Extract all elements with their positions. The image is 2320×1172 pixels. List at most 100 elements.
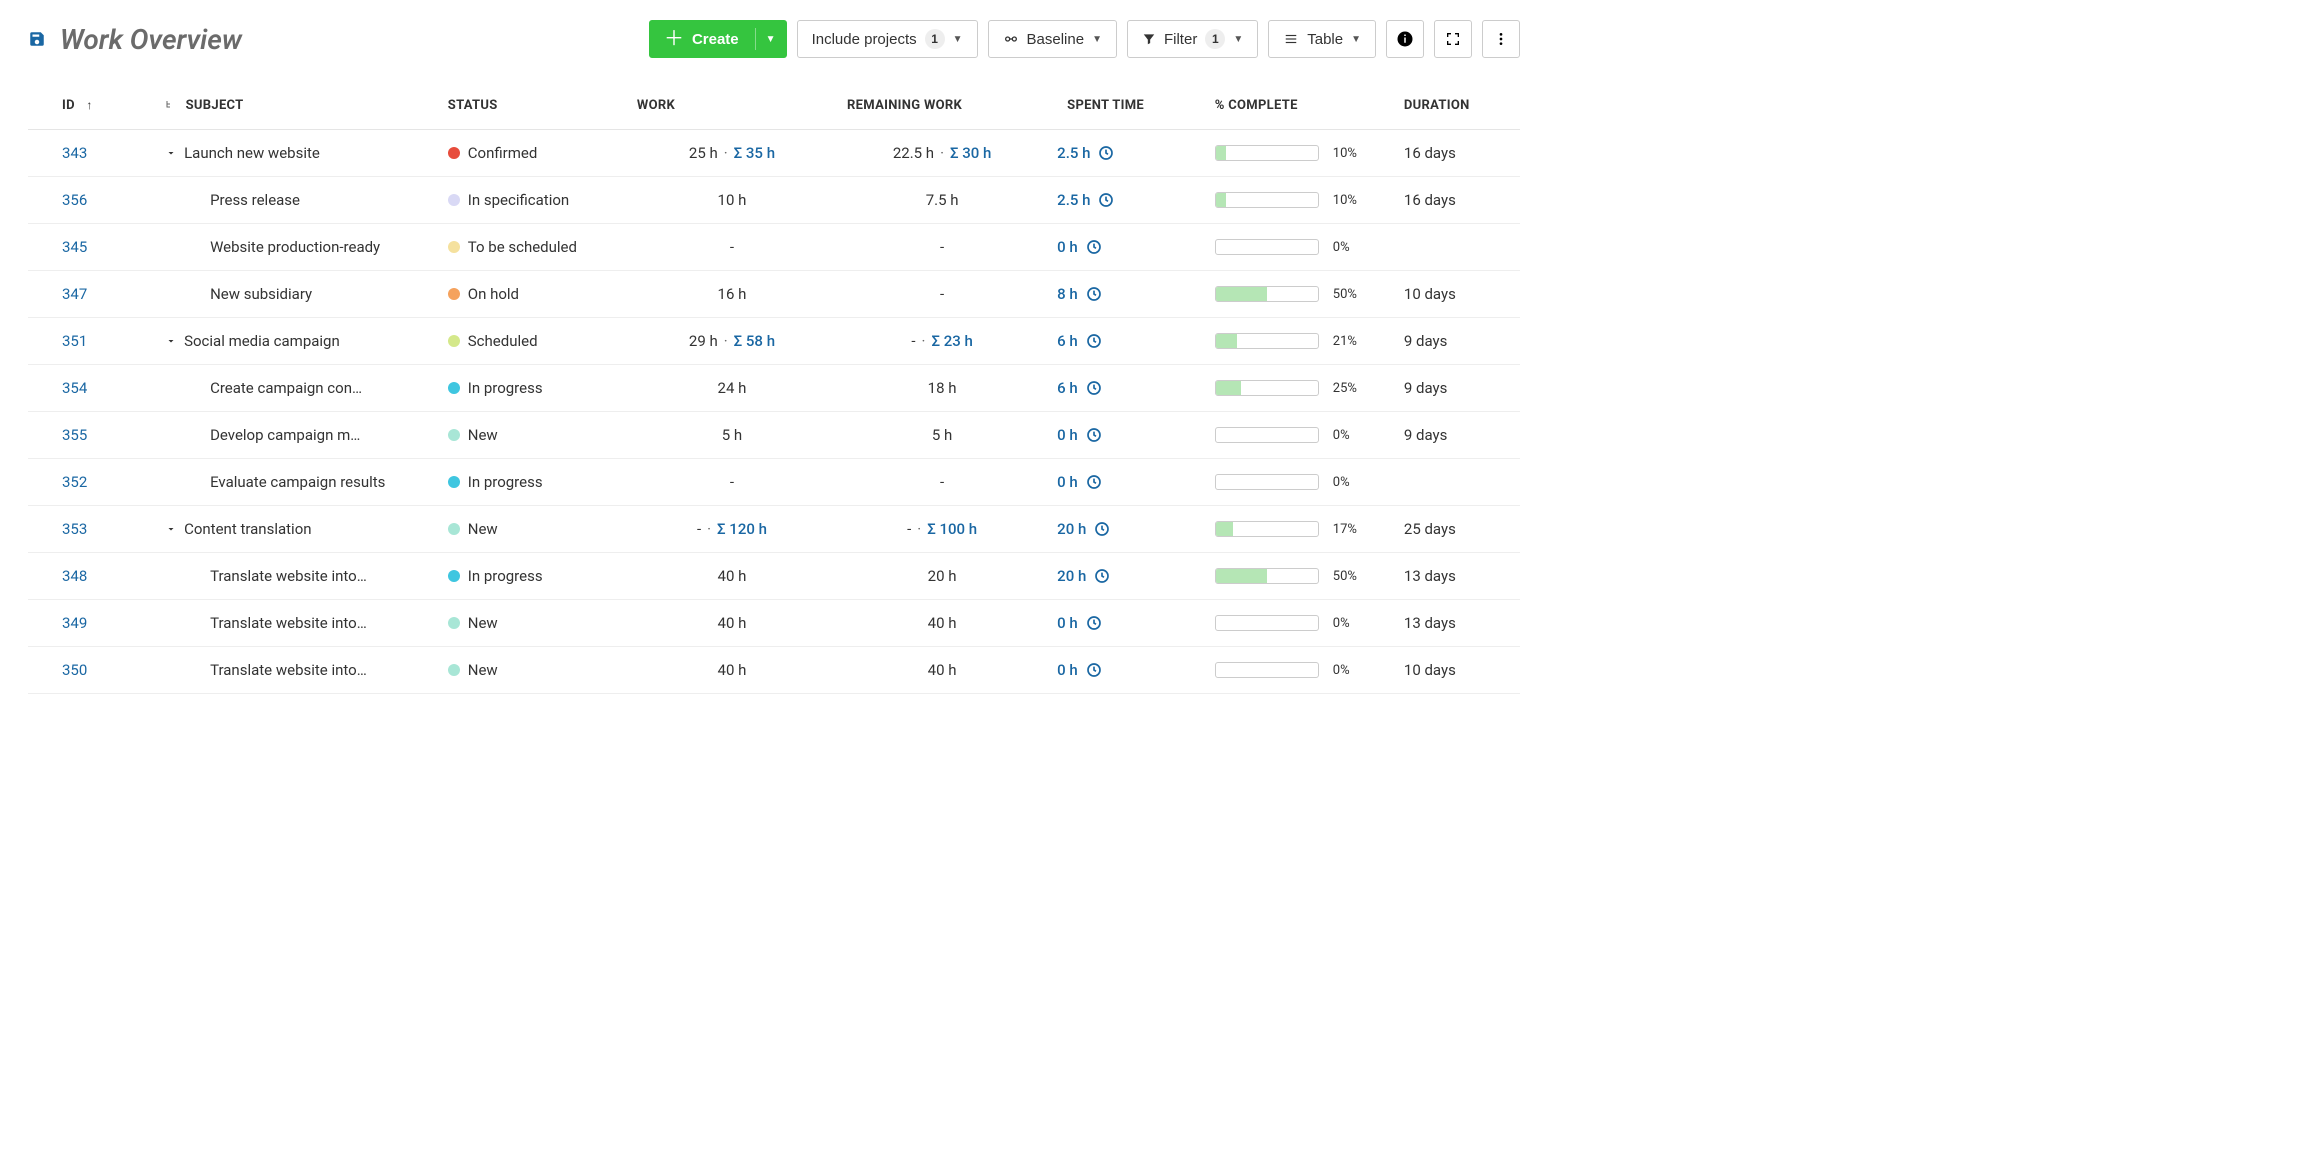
work-package-id-link[interactable]: 355 xyxy=(62,426,87,444)
save-icon[interactable] xyxy=(28,30,46,48)
percent-complete-label: 10% xyxy=(1333,193,1367,208)
spent-time-link[interactable]: 2.5 h xyxy=(1057,191,1114,209)
view-mode-button[interactable]: Table ▼ xyxy=(1268,20,1376,58)
subject-link[interactable]: Press release xyxy=(210,191,300,209)
col-header-spent[interactable]: SPENT TIME xyxy=(1047,86,1205,130)
subject-link[interactable]: Translate website into… xyxy=(210,567,367,585)
work-package-id-link[interactable]: 350 xyxy=(62,661,87,679)
remaining-value: - xyxy=(911,332,915,350)
table-row[interactable]: 348Translate website into…In progress40 … xyxy=(28,553,1520,600)
remaining-sum[interactable]: Σ 23 h xyxy=(931,332,972,350)
table-row[interactable]: 352Evaluate campaign resultsIn progress-… xyxy=(28,459,1520,506)
work-package-id-link[interactable]: 348 xyxy=(62,567,87,585)
chevron-down-icon[interactable] xyxy=(164,147,178,159)
table-row[interactable]: 345 Website production-ready To be schedul… xyxy=(28,224,1520,271)
spent-time-link[interactable]: 20 h xyxy=(1057,520,1110,538)
work-package-id-link[interactable]: 345 xyxy=(62,238,87,256)
subject-link[interactable]: Translate website into… xyxy=(210,614,367,632)
percent-complete-label: 21% xyxy=(1333,334,1367,349)
table-row[interactable]: 351Social media campaignScheduled29 h·Σ … xyxy=(28,318,1520,365)
subject-link[interactable]: Content translation xyxy=(184,520,311,538)
col-header-pct[interactable]: % COMPLETE xyxy=(1205,86,1394,130)
chevron-down-icon[interactable] xyxy=(164,335,178,347)
subject-link[interactable]: Develop campaign m… xyxy=(210,426,360,444)
clock-icon xyxy=(1094,568,1110,584)
spent-time-link[interactable]: 20 h xyxy=(1057,567,1110,585)
status-label: New xyxy=(468,614,498,632)
remaining-sum[interactable]: Σ 30 h xyxy=(950,144,991,162)
percent-complete-label: 50% xyxy=(1333,287,1367,302)
more-menu-button[interactable] xyxy=(1482,20,1520,58)
work-value: 5 h xyxy=(722,426,742,444)
table-row[interactable]: 355Develop campaign m…New5 h5 h0 h0%9 da… xyxy=(28,412,1520,459)
spent-time-link[interactable]: 0 h xyxy=(1057,473,1102,491)
work-value: 16 h xyxy=(718,285,747,303)
table-row[interactable]: 343Launch new websiteConfirmed25 h·Σ 35 … xyxy=(28,130,1520,177)
table-row[interactable]: 354Create campaign con…In progress24 h18… xyxy=(28,365,1520,412)
spent-time-link[interactable]: 8 h xyxy=(1057,285,1102,303)
work-package-id-link[interactable]: 353 xyxy=(62,520,87,538)
col-header-work[interactable]: WORK xyxy=(627,86,837,130)
subject-link[interactable]: Website production-ready xyxy=(210,238,380,256)
work-package-id-link[interactable]: 356 xyxy=(62,191,87,209)
subject-link[interactable]: Social media campaign xyxy=(184,332,340,350)
col-header-id[interactable]: ID ↑ xyxy=(28,86,154,130)
status-label: New xyxy=(468,661,498,679)
work-package-id-link[interactable]: 347 xyxy=(62,285,87,303)
spent-time-link[interactable]: 0 h xyxy=(1057,614,1102,632)
percent-complete-label: 17% xyxy=(1333,522,1367,537)
table-row[interactable]: 347New subsidiaryOn hold16 h-8 h50%10 da… xyxy=(28,271,1520,318)
work-package-id-link[interactable]: 354 xyxy=(62,379,87,397)
create-button[interactable]: ＋ Create ▼ xyxy=(649,20,787,58)
col-header-subject[interactable]: SUBJECT xyxy=(154,86,438,130)
work-sum[interactable]: Σ 58 h xyxy=(734,332,775,350)
work-package-id-link[interactable]: 351 xyxy=(62,332,87,350)
remaining-value: 22.5 h xyxy=(893,144,934,162)
spent-time-link[interactable]: 6 h xyxy=(1057,379,1102,397)
spent-time-link[interactable]: 0 h xyxy=(1057,426,1102,444)
work-sum[interactable]: Σ 120 h xyxy=(717,520,767,538)
work-package-id-link[interactable]: 349 xyxy=(62,614,87,632)
subject-link[interactable]: New subsidiary xyxy=(210,285,312,303)
clock-icon xyxy=(1098,145,1114,161)
col-header-duration[interactable]: DURATION xyxy=(1394,86,1520,130)
subject-link[interactable]: Translate website into… xyxy=(210,661,367,679)
subject-link[interactable]: Evaluate campaign results xyxy=(210,473,385,491)
include-projects-button[interactable]: Include projects 1 ▼ xyxy=(797,20,978,58)
filter-count: 1 xyxy=(1205,29,1225,49)
spent-time-link[interactable]: 0 h xyxy=(1057,238,1102,256)
work-value: 40 h xyxy=(718,614,747,632)
fullscreen-button[interactable] xyxy=(1434,20,1472,58)
remaining-sum[interactable]: Σ 100 h xyxy=(927,520,977,538)
subject-link[interactable]: Create campaign con… xyxy=(210,379,362,397)
table-row[interactable]: 356Press releaseIn specification10 h7.5 … xyxy=(28,177,1520,224)
work-package-id-link[interactable]: 343 xyxy=(62,144,87,162)
table-row[interactable]: 349Translate website into…New40 h40 h0 h… xyxy=(28,600,1520,647)
work-value: 40 h xyxy=(718,661,747,679)
more-vertical-icon xyxy=(1493,31,1509,47)
work-sum[interactable]: Σ 35 h xyxy=(734,144,775,162)
clock-icon xyxy=(1086,615,1102,631)
baseline-button[interactable]: Baseline ▼ xyxy=(988,20,1117,58)
status-label: In progress xyxy=(468,379,543,397)
spent-time-link[interactable]: 6 h xyxy=(1057,332,1102,350)
status-label: New xyxy=(468,426,498,444)
info-button[interactable] xyxy=(1386,20,1424,58)
spent-time-link[interactable]: 0 h xyxy=(1057,661,1102,679)
table-row[interactable]: 350Translate website into…New40 h40 h0 h… xyxy=(28,647,1520,694)
spent-time-link[interactable]: 2.5 h xyxy=(1057,144,1114,162)
table-row[interactable]: 353Content translationNew-·Σ 120 h-·Σ 10… xyxy=(28,506,1520,553)
plus-icon: ＋ xyxy=(664,29,684,49)
filter-button[interactable]: Filter 1 ▼ xyxy=(1127,20,1258,58)
col-header-remaining[interactable]: REMAINING WORK xyxy=(837,86,1047,130)
fullscreen-icon xyxy=(1445,31,1461,47)
duration-value: 10 days xyxy=(1404,285,1456,303)
status-label: Scheduled xyxy=(468,332,538,350)
subject-link[interactable]: Launch new website xyxy=(184,144,320,162)
status-label: To be scheduled xyxy=(468,238,577,256)
col-header-status[interactable]: STATUS xyxy=(438,86,627,130)
chevron-down-icon[interactable] xyxy=(164,523,178,535)
work-value: 25 h xyxy=(689,144,718,162)
work-package-id-link[interactable]: 352 xyxy=(62,473,87,491)
progress-bar xyxy=(1215,427,1319,443)
